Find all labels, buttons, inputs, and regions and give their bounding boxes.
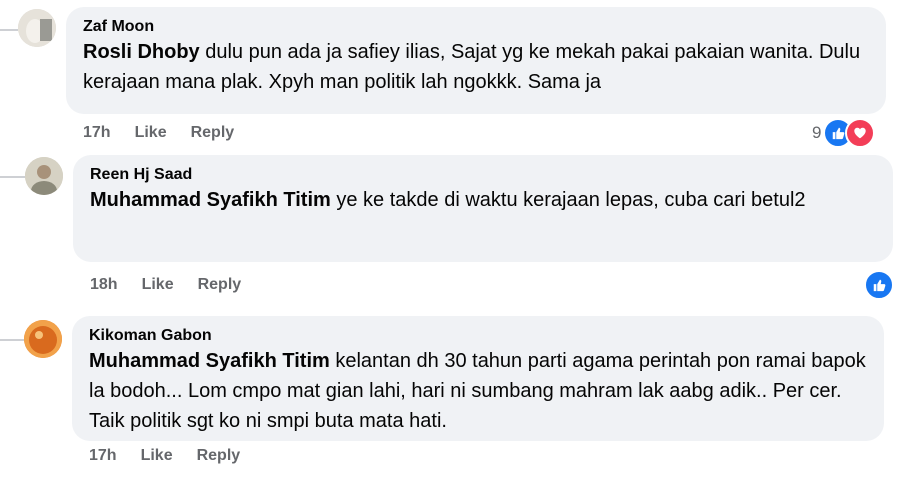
comment-author[interactable]: Reen Hj Saad [90, 165, 877, 185]
reply-button[interactable]: Reply [191, 124, 235, 142]
reaction-summary[interactable] [864, 270, 894, 300]
love-icon [845, 118, 876, 148]
thread-connector [0, 339, 24, 341]
thread-connector [0, 176, 25, 178]
comment-body: ye ke takde di waktu kerajaan lepas, cub… [330, 189, 806, 211]
comment-bubble: Zaf Moon Rosli Dhoby dulu pun ada ja saf… [66, 7, 886, 114]
reaction-summary[interactable]: 9 [812, 118, 876, 148]
comment-time[interactable]: 18h [90, 276, 118, 294]
comment-actions: 17h Like Reply [89, 447, 240, 465]
avatar-image [18, 9, 56, 47]
comment-bubble: Kikoman Gabon Muhammad Syafikh Titim kel… [72, 316, 884, 441]
comment-mention[interactable]: Muhammad Syafikh Titim [90, 189, 331, 211]
thread-connector [0, 29, 18, 31]
comment-time[interactable]: 17h [89, 447, 117, 465]
like-button[interactable]: Like [141, 447, 173, 465]
like-icon [864, 270, 894, 300]
comment-mention[interactable]: Rosli Dhoby [83, 41, 200, 63]
comment-text: Muhammad Syafikh Titim ye ke takde di wa… [90, 185, 877, 215]
reaction-count: 9 [812, 123, 822, 142]
comment-author[interactable]: Kikoman Gabon [89, 326, 868, 346]
reply-button[interactable]: Reply [197, 447, 241, 465]
comment-author[interactable]: Zaf Moon [83, 17, 870, 37]
comment-text: Muhammad Syafikh Titim kelantan dh 30 ta… [89, 346, 868, 436]
reply-button[interactable]: Reply [198, 276, 242, 294]
avatar-image [25, 157, 63, 195]
like-button[interactable]: Like [142, 276, 174, 294]
comment-mention[interactable]: Muhammad Syafikh Titim [89, 350, 330, 372]
comment-actions: 18h Like Reply [90, 276, 241, 294]
avatar-image [24, 320, 62, 358]
comment-body: dulu pun ada ja safiey ilias, Sajat yg k… [83, 41, 861, 93]
comment-bubble: Reen Hj Saad Muhammad Syafikh Titim ye k… [73, 155, 893, 262]
comment-text: Rosli Dhoby dulu pun ada ja safiey ilias… [83, 37, 870, 97]
avatar[interactable] [25, 157, 63, 195]
like-button[interactable]: Like [135, 124, 167, 142]
avatar[interactable] [24, 320, 62, 358]
comment-time[interactable]: 17h [83, 124, 111, 142]
avatar[interactable] [18, 9, 56, 47]
comment-actions: 17h Like Reply [83, 124, 234, 142]
